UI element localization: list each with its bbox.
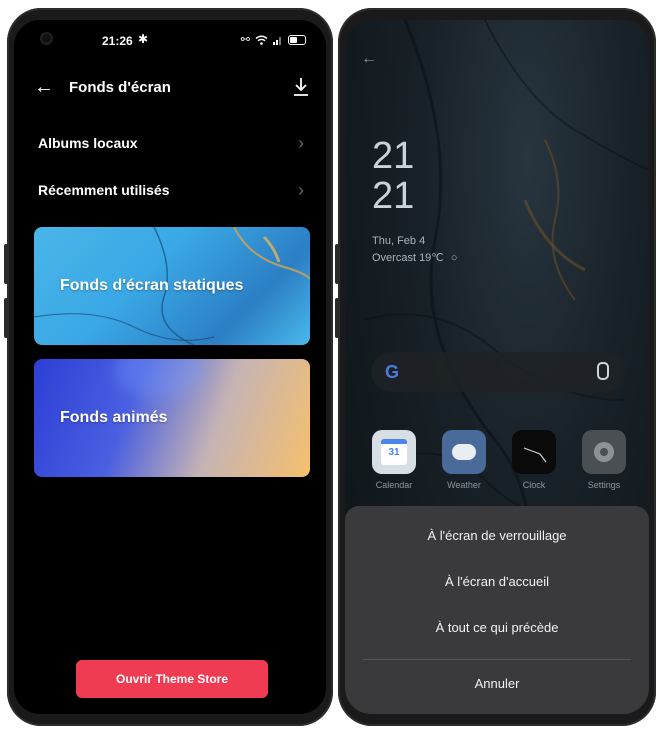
app-label: Weather (447, 480, 481, 490)
vibrate-icon: ⚯ (240, 34, 250, 46)
app-label: Clock (522, 480, 546, 490)
right-phone: ← 21 21 Thu, Feb 4 Overcast 19℃ ○ G 31 C… (335, 8, 656, 726)
calendar-badge: 31 (381, 439, 407, 465)
app-weather[interactable]: Weather (429, 430, 499, 490)
chevron-right-icon: › (298, 133, 304, 153)
back-arrow-icon[interactable]: ← (34, 76, 54, 99)
static-wallpapers-card[interactable]: Fonds d'écran statiques (34, 227, 310, 345)
clock-minute: 21 (372, 175, 415, 217)
gear-hole (600, 448, 608, 456)
menu-item-label: Récemment utilisés (38, 182, 170, 198)
app-clock[interactable]: Clock (499, 430, 569, 490)
weather-refresh-icon: ○ (450, 252, 458, 264)
volume-button (4, 298, 8, 338)
live-wallpapers-card[interactable]: Fonds animés (34, 359, 310, 477)
microphone-icon[interactable] (597, 362, 609, 380)
volume-button (335, 298, 339, 338)
status-icons: ⚯ (241, 33, 306, 46)
clock-icon (512, 430, 556, 474)
settings-icon (582, 430, 626, 474)
google-logo-icon: G (385, 362, 400, 382)
wifi-icon (255, 35, 268, 45)
chevron-right-icon: › (298, 180, 304, 200)
gear-icon: ✱ (138, 32, 149, 46)
sheet-divider (363, 659, 631, 660)
left-phone: 21:26 ✱ ⚯ ← Fonds d'écran Albums locaux … (4, 8, 333, 726)
volume-button (4, 244, 8, 284)
app-label: Settings (587, 480, 621, 490)
menu-item-label: Albums locaux (38, 135, 138, 151)
light-glow (114, 359, 204, 399)
wallpaper-settings-screen: 21:26 ✱ ⚯ ← Fonds d'écran Albums locaux … (14, 20, 326, 714)
google-search-bar[interactable]: G (371, 352, 625, 392)
weather-text: Overcast 19℃ (372, 252, 444, 264)
date-text: Thu, Feb 4 (372, 235, 426, 247)
clock-hour: 21 (372, 135, 415, 177)
app-row: 31 Calendar Weather Clock Settings (359, 430, 639, 490)
app-bar: ← Fonds d'écran (14, 76, 326, 106)
card-label: Fonds d'écran statiques (60, 277, 244, 294)
app-settings[interactable]: Settings (569, 430, 639, 490)
menu-item-recently-used[interactable]: Récemment utilisés › (38, 180, 304, 200)
card-label: Fonds animés (60, 409, 168, 426)
page-title: Fonds d'écran (69, 79, 171, 96)
calendar-icon: 31 (372, 430, 416, 474)
weather-icon (442, 430, 486, 474)
apply-wallpaper-sheet: À l'écran de verrouillage À l'écran d'ac… (345, 506, 649, 714)
cloud-shape (452, 444, 476, 460)
volume-button (335, 244, 339, 284)
signal-icon (273, 36, 281, 45)
option-both[interactable]: À tout ce qui précède (345, 620, 649, 635)
open-theme-store-button[interactable]: Ouvrir Theme Store (76, 660, 268, 698)
option-home-screen[interactable]: À l'écran d'accueil (345, 574, 649, 589)
clock-hands (523, 447, 547, 463)
front-camera (42, 34, 51, 43)
back-arrow-icon[interactable]: ← (361, 50, 377, 68)
status-bar: 21:26 ✱ ⚯ (14, 20, 326, 56)
app-label: Calendar (375, 480, 413, 490)
cancel-button[interactable]: Annuler (345, 676, 649, 691)
menu-item-local-albums[interactable]: Albums locaux › (38, 133, 304, 153)
weather-row: Overcast 19℃ ○ (372, 251, 457, 264)
app-calendar[interactable]: 31 Calendar (359, 430, 429, 490)
battery-icon (288, 34, 306, 45)
download-icon[interactable] (292, 76, 310, 98)
option-lock-screen[interactable]: À l'écran de verrouillage (345, 528, 649, 543)
status-time: 21:26 (102, 34, 133, 48)
wallpaper-preview-screen: ← 21 21 Thu, Feb 4 Overcast 19℃ ○ G 31 C… (345, 20, 649, 714)
